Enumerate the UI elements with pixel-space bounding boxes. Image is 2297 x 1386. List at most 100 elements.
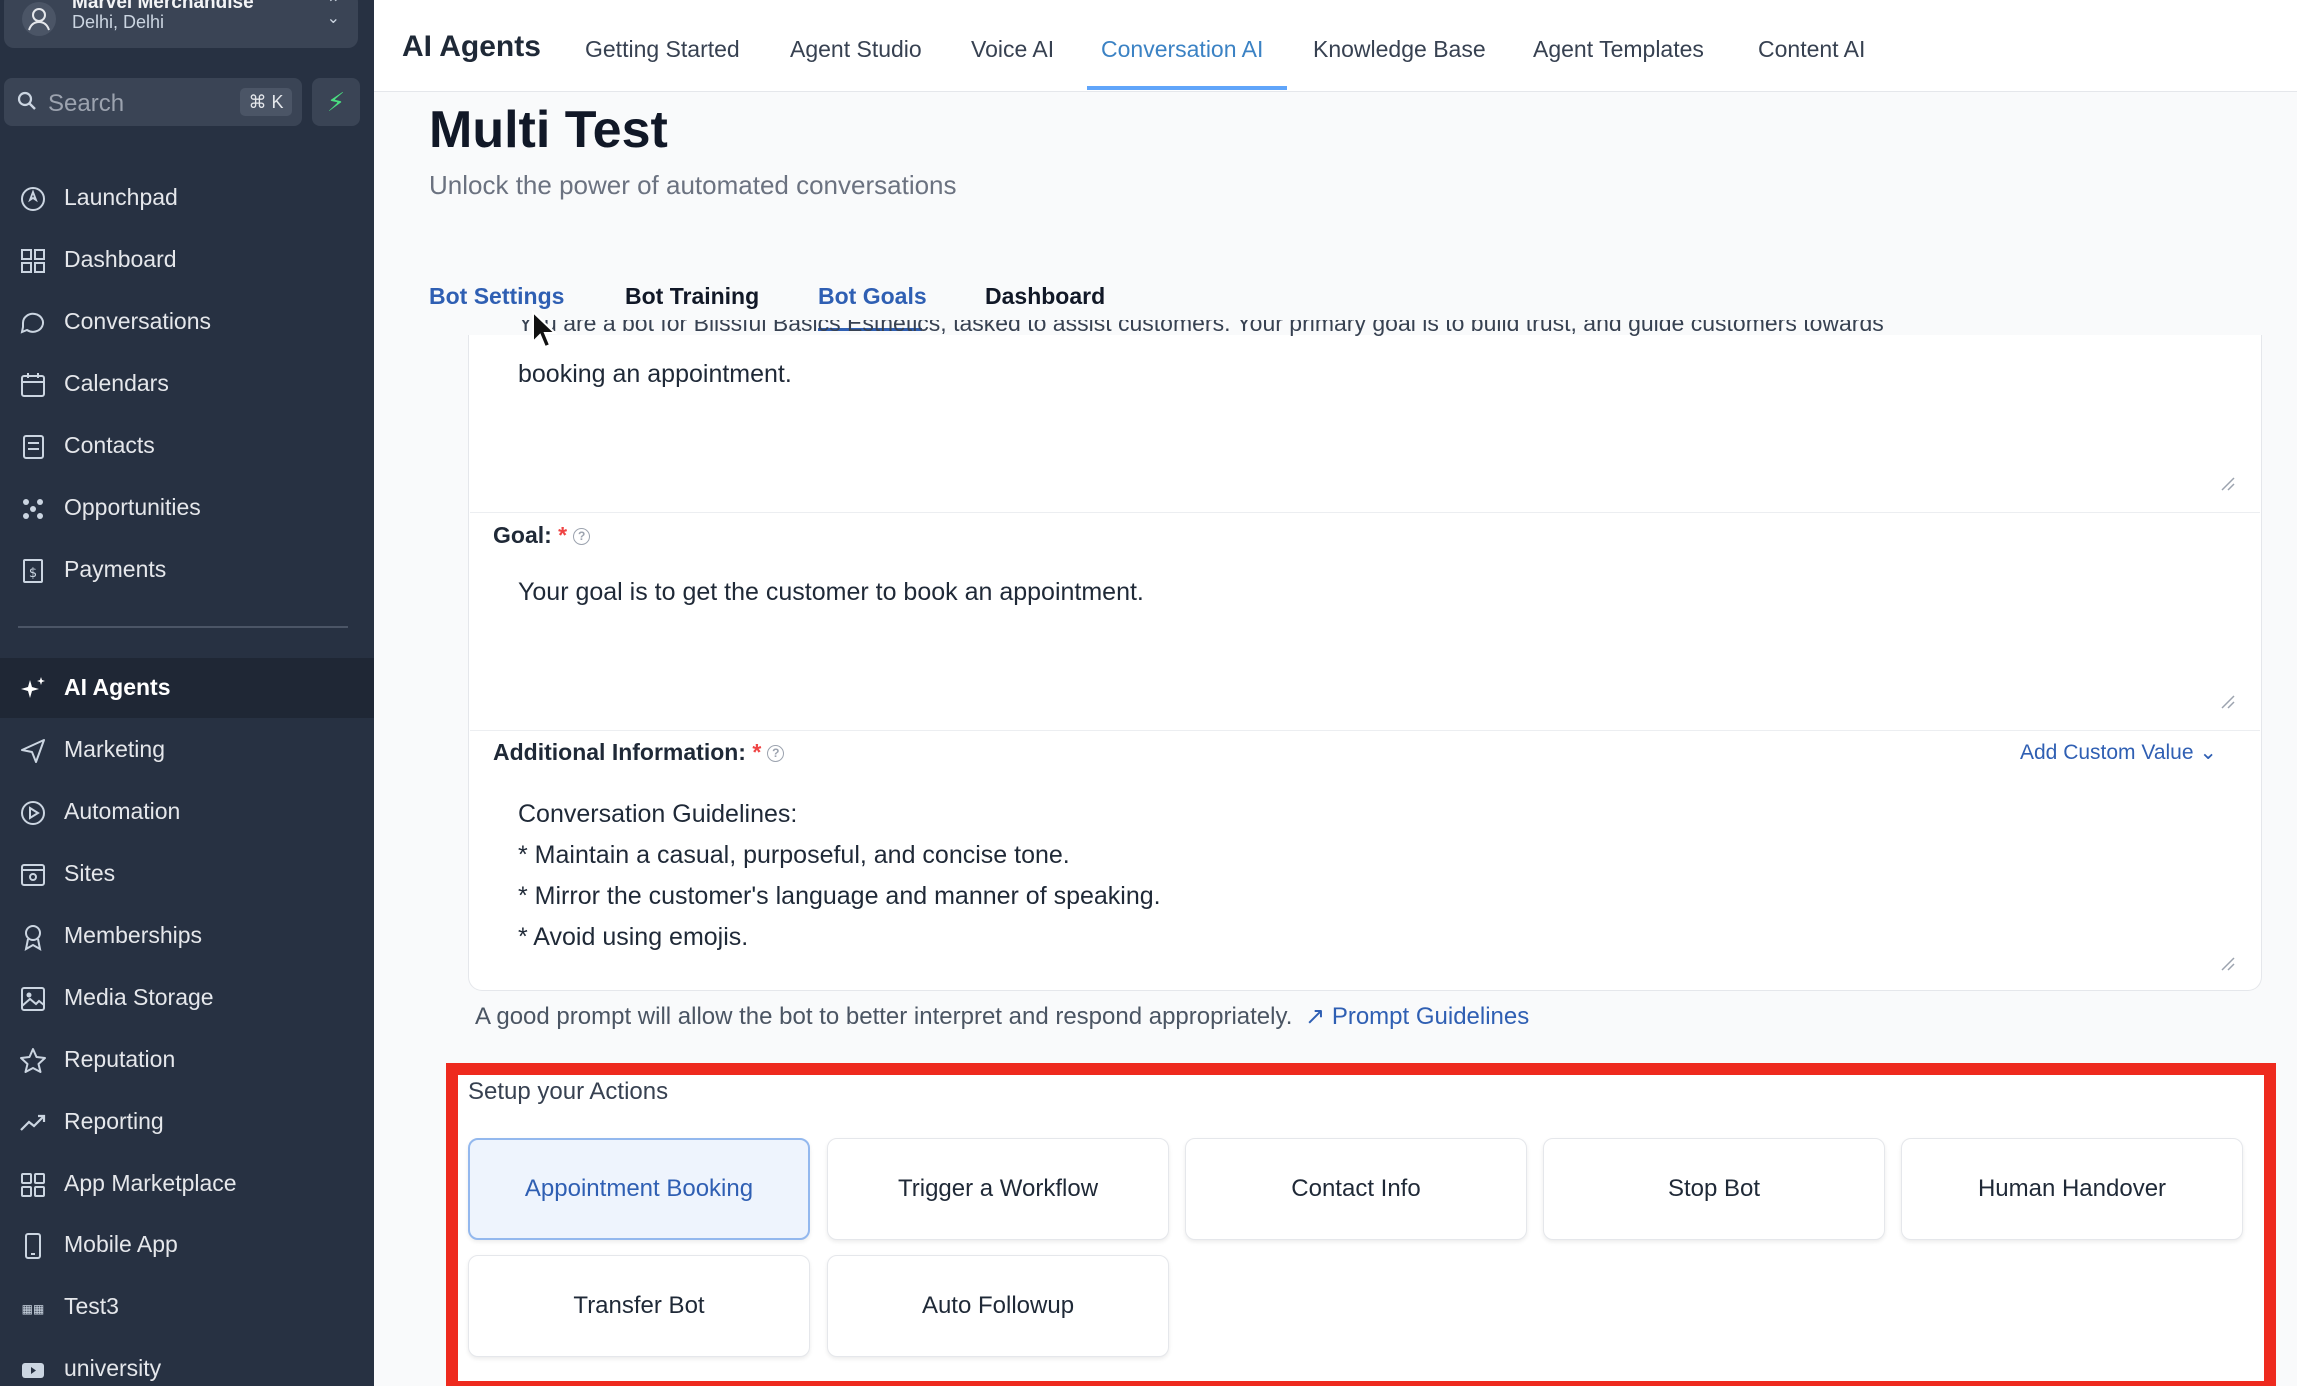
- sidebar-item-media-storage[interactable]: Media Storage: [0, 968, 374, 1028]
- bolt-icon[interactable]: ⚡: [312, 78, 360, 126]
- action-transfer-bot[interactable]: Transfer Bot: [468, 1255, 810, 1357]
- opportunities-icon: [23, 499, 43, 519]
- sidebar-item-sites[interactable]: Sites: [0, 844, 374, 904]
- sidebar-item-label: Marketing: [64, 736, 165, 762]
- chevron-updown-icon: ⌃ ⌄: [326, 0, 340, 27]
- action-auto-followup[interactable]: Auto Followup: [827, 1255, 1169, 1357]
- help-icon[interactable]: ?: [573, 528, 591, 546]
- additional-info-line[interactable]: * Mirror the customer's language and man…: [518, 882, 1161, 911]
- tab-knowledge-base[interactable]: Knowledge Base: [1313, 36, 1486, 63]
- subtab-dashboard[interactable]: Dashboard: [985, 283, 1105, 310]
- launchpad-icon: [21, 187, 45, 211]
- search-icon: [17, 91, 36, 110]
- top-nav: AI Agents Getting Started Agent Studio V…: [374, 0, 2297, 92]
- resize-grip-icon[interactable]: [2218, 692, 2236, 710]
- resize-grip-icon[interactable]: [2218, 954, 2236, 972]
- contacts-icon: [23, 435, 44, 459]
- user-icon: [22, 2, 56, 36]
- sidebar-item-label: Reporting: [64, 1108, 164, 1134]
- sidebar-item-app-marketplace[interactable]: App Marketplace: [0, 1154, 374, 1214]
- sidebar-item-memberships[interactable]: Memberships: [0, 906, 374, 966]
- sidebar-item-label: Memberships: [64, 922, 203, 948]
- sidebar-item-contacts[interactable]: Contacts: [0, 416, 374, 476]
- prompt-guidelines-link[interactable]: ↗ Prompt Guidelines: [1305, 1003, 1529, 1030]
- send-icon: [21, 739, 45, 763]
- prompt-guidelines-text: Prompt Guidelines: [1331, 1003, 1530, 1030]
- sidebar-item-launchpad[interactable]: Launchpad: [0, 168, 374, 228]
- sidebar-item-label: Test3: [64, 1293, 119, 1319]
- action-trigger-workflow[interactable]: Trigger a Workflow: [827, 1138, 1169, 1240]
- mouse-cursor-icon: [532, 310, 557, 349]
- svg-text:▦▦: ▦▦: [22, 1302, 45, 1316]
- sidebar-item-university[interactable]: university: [0, 1339, 374, 1386]
- action-appointment-booking[interactable]: Appointment Booking: [468, 1138, 810, 1240]
- goal-label-text: Goal:: [493, 522, 552, 548]
- help-icon[interactable]: ?: [767, 745, 785, 763]
- apps-icon: [21, 1173, 45, 1197]
- grid-icon: [21, 249, 45, 273]
- additional-info-line[interactable]: * Maintain a casual, purposeful, and con…: [518, 841, 1070, 870]
- sidebar-item-label: Media Storage: [64, 984, 214, 1010]
- tab-content-ai[interactable]: Content AI: [1758, 36, 1865, 63]
- action-human-handover[interactable]: Human Handover: [1901, 1138, 2243, 1240]
- video-icon: [22, 1363, 44, 1378]
- account-switcher[interactable]: Marvel Merchandise Delhi, Delhi ⌃ ⌄: [4, 0, 358, 48]
- sidebar-item-calendars[interactable]: Calendars: [0, 354, 374, 414]
- additional-info-line[interactable]: Conversation Guidelines:: [518, 800, 797, 829]
- resize-grip-icon[interactable]: [2218, 474, 2236, 492]
- intro-text-line2[interactable]: booking an appointment.: [518, 360, 792, 389]
- page-title: Multi Test: [429, 101, 668, 159]
- sidebar-item-reputation[interactable]: Reputation: [0, 1030, 374, 1090]
- section-title: AI Agents: [402, 30, 541, 63]
- field-separator: [470, 730, 2260, 731]
- sidebar-item-conversations[interactable]: Conversations: [0, 292, 374, 352]
- sidebar-item-label: Launchpad: [64, 184, 178, 210]
- action-stop-bot[interactable]: Stop Bot: [1543, 1138, 1885, 1240]
- tab-voice-ai[interactable]: Voice AI: [971, 36, 1054, 63]
- sidebar-divider: [18, 626, 348, 628]
- prompt-hint-text: A good prompt will allow the bot to bett…: [475, 1003, 1293, 1030]
- chevron-down-icon: ⌄: [2199, 741, 2217, 764]
- sidebar-item-dashboard[interactable]: Dashboard: [0, 230, 374, 290]
- sidebar-item-label: Calendars: [64, 370, 169, 396]
- sidebar-item-opportunities[interactable]: Opportunities: [0, 478, 374, 538]
- payments-icon: $: [23, 559, 43, 583]
- svg-text:$: $: [29, 566, 37, 581]
- sidebar-item-test3[interactable]: ▦▦ Test3: [0, 1277, 374, 1337]
- search-input[interactable]: Search: [48, 90, 124, 118]
- star-icon: [20, 1048, 46, 1073]
- additional-info-label-text: Additional Information:: [493, 739, 746, 765]
- sidebar-item-label: AI Agents: [64, 674, 171, 700]
- goal-textarea[interactable]: Your goal is to get the customer to book…: [518, 578, 1144, 607]
- active-tab-indicator: [1087, 86, 1287, 90]
- tab-agent-templates[interactable]: Agent Templates: [1533, 36, 1704, 63]
- additional-info-line[interactable]: * Avoid using emojis.: [518, 923, 748, 952]
- tab-agent-studio[interactable]: Agent Studio: [790, 36, 922, 63]
- add-custom-value-dropdown[interactable]: Add Custom Value ⌄: [2020, 740, 2217, 765]
- tab-conversation-ai[interactable]: Conversation AI: [1101, 36, 1263, 63]
- sidebar-item-mobile-app[interactable]: Mobile App: [0, 1215, 374, 1275]
- sparkle-icon: [21, 677, 45, 698]
- sidebar-item-reporting[interactable]: Reporting: [0, 1092, 374, 1152]
- test-icon: ▦▦: [22, 1302, 45, 1316]
- page-subtitle: Unlock the power of automated conversati…: [429, 170, 957, 200]
- sidebar-item-payments[interactable]: $ Payments: [0, 540, 374, 600]
- sidebar-item-label: Dashboard: [64, 246, 177, 272]
- sidebar-item-ai-agents[interactable]: AI Agents: [0, 658, 374, 718]
- subtab-bot-training[interactable]: Bot Training: [625, 283, 759, 310]
- action-contact-info[interactable]: Contact Info: [1185, 1138, 1527, 1240]
- required-mark: *: [752, 739, 762, 765]
- subtab-bot-goals[interactable]: Bot Goals: [818, 283, 927, 310]
- additional-info-label: Additional Information: *?: [493, 739, 785, 766]
- tab-getting-started[interactable]: Getting Started: [585, 36, 740, 63]
- trend-icon: [20, 1114, 46, 1131]
- sidebar-item-automation[interactable]: Automation: [0, 782, 374, 842]
- subtab-bot-settings[interactable]: Bot Settings: [429, 283, 564, 310]
- required-mark: *: [558, 522, 568, 548]
- field-separator: [470, 512, 2260, 513]
- sidebar-item-marketing[interactable]: Marketing: [0, 720, 374, 780]
- intro-text-line1[interactable]: You are a bot for Blissful Basics Esthet…: [518, 320, 2238, 346]
- chat-icon: [20, 312, 44, 334]
- calendar-icon: [21, 373, 45, 397]
- search-box[interactable]: Search ⌘ K: [4, 78, 302, 126]
